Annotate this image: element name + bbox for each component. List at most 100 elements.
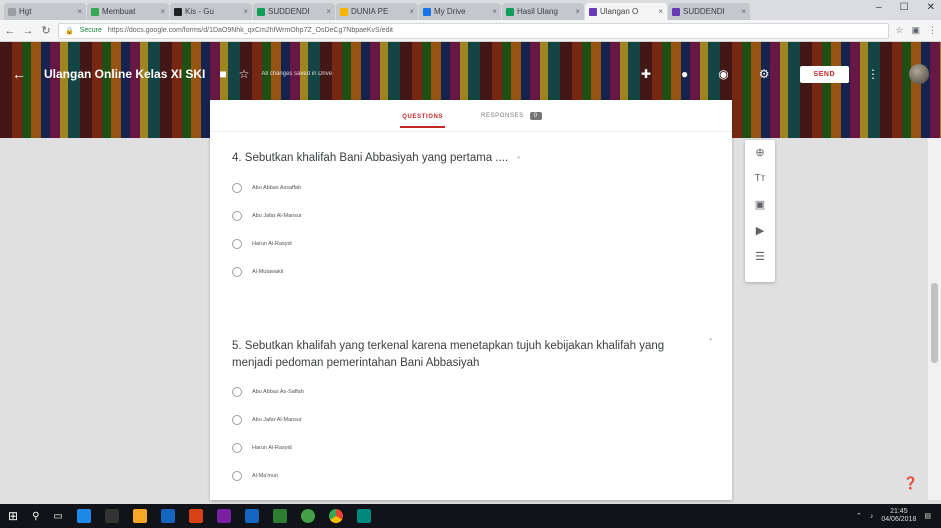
scrollbar-thumb[interactable] — [931, 283, 938, 363]
network-icon[interactable]: ⌃ — [856, 512, 862, 520]
tab-close-icon[interactable]: × — [492, 7, 497, 16]
browser-tab[interactable]: My Drive × — [419, 3, 501, 20]
option-item[interactable]: Harun Al-Rasyid — [232, 230, 712, 258]
add-title-icon[interactable]: Tт — [755, 172, 766, 186]
clock[interactable]: 21:45 04/06/2018 — [881, 508, 916, 524]
question-title: 5. Sebutkan khalifah yang terkenal karen… — [232, 340, 665, 369]
tab-close-icon[interactable]: × — [326, 7, 331, 16]
add-image-icon[interactable]: ▣ — [755, 198, 765, 212]
maximize-icon[interactable]: ☐ — [900, 2, 909, 13]
star-bookmark-icon[interactable]: ☆ — [895, 25, 903, 36]
browser-tab[interactable]: DUNIA PE × — [336, 3, 418, 20]
tab-responses-label: RESPONSES — [481, 112, 524, 119]
option-item[interactable]: Abu Jafar Al-Mansur — [232, 406, 712, 434]
tab-close-icon[interactable]: × — [160, 7, 165, 16]
settings-gear-icon[interactable]: ⚙ — [759, 67, 770, 81]
tab-favicon-icon — [423, 7, 431, 16]
browser-tab[interactable]: Kis - Gu × — [170, 3, 252, 20]
close-icon[interactable]: ✕ — [927, 2, 935, 13]
browser-tab[interactable]: SUDDENDI × — [253, 3, 335, 20]
radio-icon[interactable] — [232, 443, 242, 453]
help-icon[interactable]: ❓ — [903, 476, 918, 490]
task-view-icon[interactable]: ▭ — [53, 511, 62, 522]
folder-icon[interactable]: ■ — [219, 67, 226, 81]
option-item[interactable]: Abu Abbas As-Saffah — [232, 378, 712, 406]
tab-label: Hgt — [19, 7, 32, 16]
option-list: Abu Abbas As-Saffah Abu Jafar Al-Mansur … — [232, 378, 712, 490]
responses-count-badge: 0 — [529, 111, 542, 120]
media-icon[interactable] — [216, 509, 231, 523]
option-item[interactable]: Al-Mutawakil — [232, 258, 712, 286]
option-item[interactable]: Harun Al-Rasyid — [232, 434, 712, 462]
back-arrow-icon[interactable]: ← — [12, 66, 26, 82]
option-item[interactable]: Al-Ma'mun — [232, 462, 712, 490]
back-nav-icon[interactable]: ← — [4, 25, 16, 37]
form-title[interactable]: Ulangan Online Kelas XI SKI — [44, 67, 205, 81]
add-question-icon[interactable]: ⊕ — [755, 146, 764, 160]
add-section-icon[interactable]: ☰ — [755, 250, 765, 264]
menu-dots-icon[interactable]: ⋮ — [928, 25, 937, 36]
radio-icon[interactable] — [232, 183, 242, 193]
explorer-icon[interactable] — [132, 509, 147, 523]
option-item[interactable]: Abu Abbas Assaffah — [232, 174, 712, 202]
tab-close-icon[interactable]: × — [243, 7, 248, 16]
add-video-icon[interactable]: ▶ — [756, 224, 764, 238]
whatsapp-icon[interactable] — [300, 509, 315, 523]
browser-tab-strip: Hgt × Membuat × Kis - Gu × SUDDENDI × DUNIA PE × M… — [0, 0, 941, 20]
windows-start-icon[interactable]: ⊞ — [8, 509, 18, 523]
clock-time: 21:45 — [890, 508, 908, 515]
minimize-icon[interactable]: – — [876, 2, 882, 13]
reload-icon[interactable]: ↻ — [40, 24, 52, 37]
browser-tab[interactable]: Ulangan O × — [585, 3, 667, 20]
radio-icon[interactable] — [232, 267, 242, 277]
star-icon[interactable]: ☆ — [239, 67, 250, 81]
addon-puzzle-icon[interactable]: ✚ — [641, 67, 651, 81]
radio-icon[interactable] — [232, 239, 242, 249]
send-button[interactable]: SEND — [799, 65, 849, 83]
app-icon[interactable] — [356, 509, 371, 523]
preview-eye-icon[interactable]: ◉ — [718, 67, 728, 81]
tab-close-icon[interactable]: × — [741, 7, 746, 16]
search-icon[interactable]: ⚲ — [32, 511, 39, 522]
radio-icon[interactable] — [232, 211, 242, 221]
option-item[interactable]: Abu Jafar Al-Mansur — [232, 202, 712, 230]
radio-icon[interactable] — [232, 471, 242, 481]
clock-date: 04/06/2018 — [881, 516, 917, 523]
option-list: Abu Abbas Assaffah Abu Jafar Al-Mansur H… — [232, 174, 712, 286]
store-icon[interactable] — [104, 509, 119, 523]
word-icon[interactable] — [244, 509, 259, 523]
tab-close-icon[interactable]: × — [77, 7, 82, 16]
radio-icon[interactable] — [232, 415, 242, 425]
browser-tab[interactable]: Membuat × — [87, 3, 169, 20]
tab-label: SUDDENDI — [268, 7, 310, 16]
question-block-5[interactable]: 5. Sebutkan khalifah yang terkenal karen… — [232, 338, 712, 490]
notification-icon[interactable]: ▤ — [924, 512, 931, 520]
powerpoint-icon[interactable] — [188, 509, 203, 523]
forward-nav-icon[interactable]: → — [22, 25, 34, 37]
mail-icon[interactable] — [160, 509, 175, 523]
tab-close-icon[interactable]: × — [409, 7, 414, 16]
tab-questions[interactable]: QUESTIONS — [400, 104, 446, 128]
radio-icon[interactable] — [232, 387, 242, 397]
page-scrollbar[interactable] — [928, 138, 941, 500]
chrome-icon[interactable] — [328, 509, 343, 523]
excel-icon[interactable] — [272, 509, 287, 523]
browser-tab[interactable]: SUDDENDI × — [668, 3, 750, 20]
question-block-4[interactable]: 4. Sebutkan khalifah Bani Abbasiyah yang… — [232, 150, 712, 286]
browser-tab[interactable]: Hgt × — [4, 3, 86, 20]
edge-icon[interactable] — [76, 509, 91, 523]
extension-icon[interactable]: ▣ — [911, 25, 920, 36]
palette-icon[interactable]: ● — [681, 67, 688, 81]
browser-tab[interactable]: Hasil Ulang × — [502, 3, 584, 20]
avatar[interactable] — [909, 64, 929, 84]
tab-favicon-icon — [340, 7, 348, 16]
volume-icon[interactable]: ♪ — [870, 513, 874, 520]
url-input[interactable]: 🔒 Secure https://docs.google.com/forms/d… — [58, 22, 890, 39]
tab-close-icon[interactable]: × — [658, 7, 663, 16]
more-menu-icon[interactable]: ⋮ — [867, 67, 879, 81]
tab-close-icon[interactable]: × — [575, 7, 580, 16]
tab-responses[interactable]: RESPONSES 0 — [481, 111, 542, 120]
secure-label: Secure — [79, 27, 102, 34]
url-text: https://docs.google.com/forms/d/1DaO9Nhk… — [107, 27, 393, 34]
tab-favicon-icon — [589, 7, 597, 16]
